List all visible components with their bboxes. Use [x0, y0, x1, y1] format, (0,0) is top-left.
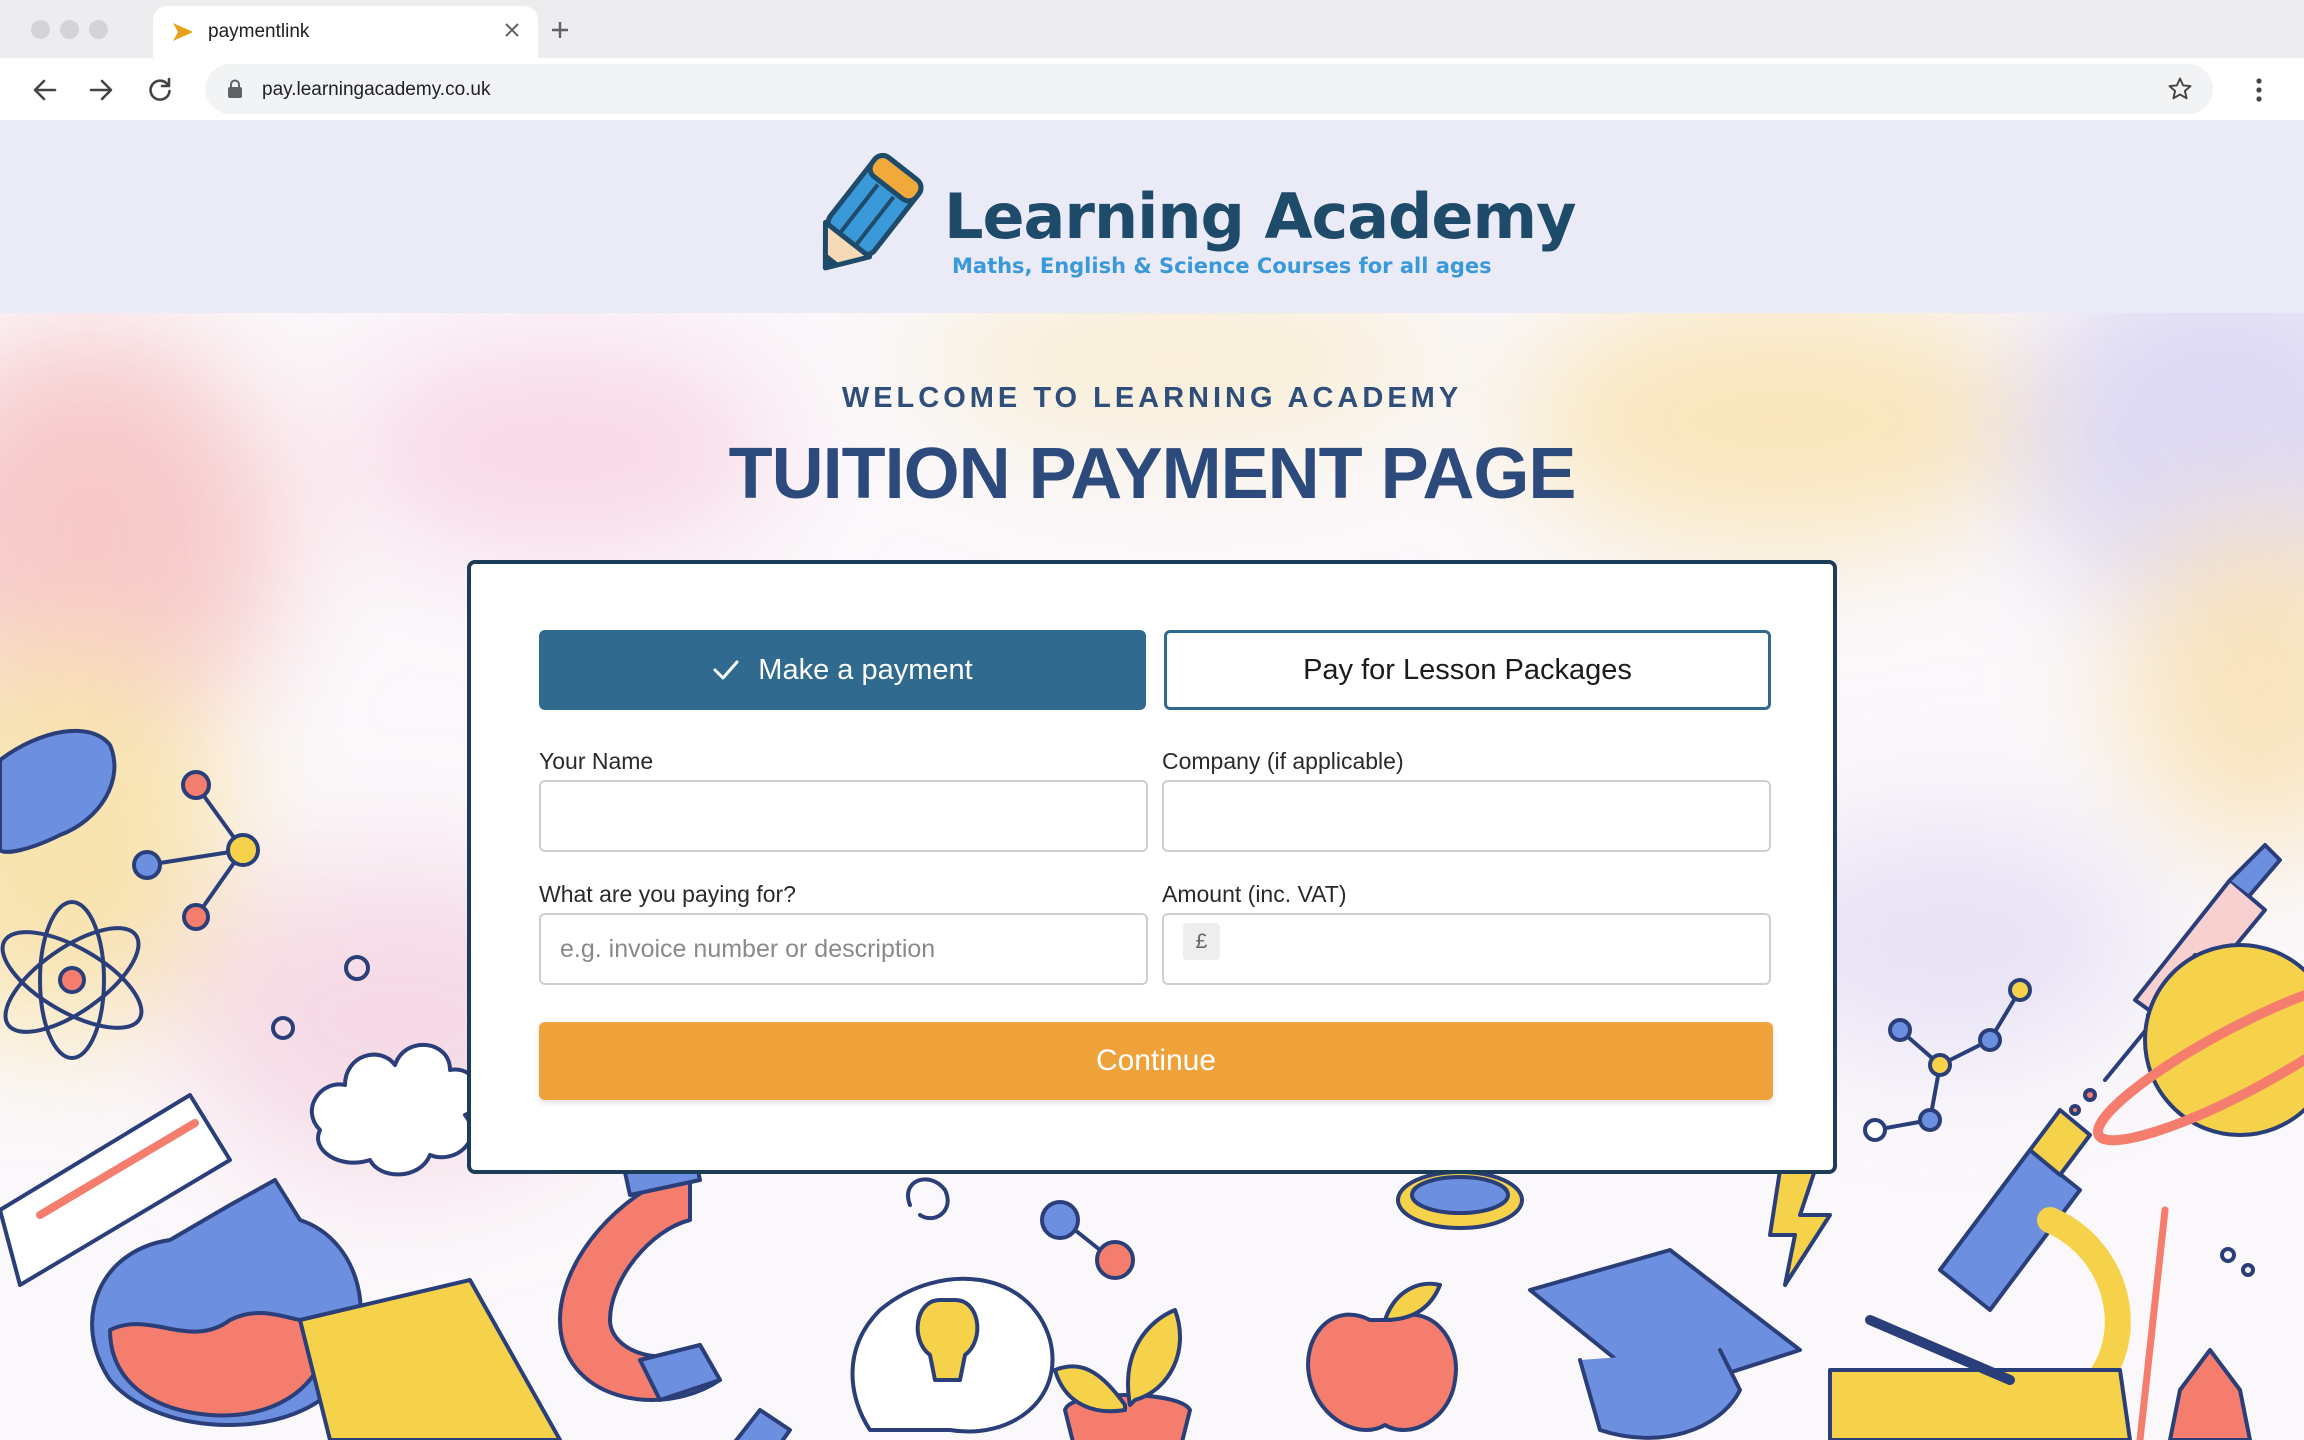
continue-button[interactable]: Continue	[539, 1022, 1773, 1100]
menu-dots-icon[interactable]	[2246, 75, 2272, 105]
company-field[interactable]	[1162, 780, 1771, 852]
name-label: Your Name	[539, 748, 654, 774]
amount-field[interactable]	[1162, 913, 1771, 985]
url-text: pay.learningacademy.co.uk	[262, 79, 491, 100]
address-bar[interactable]: pay.learningacademy.co.uk	[205, 64, 2213, 114]
tab-lesson-packages[interactable]: Pay for Lesson Packages	[1164, 630, 1771, 710]
forward-arrow-icon[interactable]	[86, 75, 116, 105]
close-icon[interactable]	[500, 18, 524, 42]
currency-symbol: £	[1183, 923, 1220, 960]
window-close-dot[interactable]	[31, 20, 50, 39]
plus-icon[interactable]	[548, 18, 572, 42]
site-header: Learning Academy Maths, English & Scienc…	[0, 120, 2304, 313]
browser-toolbar: pay.learningacademy.co.uk	[0, 58, 2304, 120]
name-field[interactable]	[539, 780, 1148, 852]
tab-lesson-packages-label: Pay for Lesson Packages	[1303, 653, 1632, 686]
tab-make-payment[interactable]: Make a payment	[539, 630, 1146, 710]
company-label: Company (if applicable)	[1162, 748, 1404, 774]
tab-title: paymentlink	[208, 21, 310, 42]
page-title: TUITION PAYMENT PAGE	[728, 434, 1577, 514]
lock-icon	[228, 79, 242, 98]
page-content: Learning Academy Maths, English & Scienc…	[0, 120, 2304, 1440]
pencil-logo-icon	[822, 153, 924, 271]
tab-make-payment-label: Make a payment	[758, 653, 973, 686]
window-minimize-dot[interactable]	[60, 20, 79, 39]
logo-tagline: Maths, English & Science Courses for all…	[952, 254, 1492, 278]
window-maximize-dot[interactable]	[89, 20, 108, 39]
favicon-icon	[173, 23, 193, 41]
browser-tab[interactable]: paymentlink	[153, 6, 538, 58]
welcome-heading: WELCOME TO LEARNING ACADEMY	[841, 382, 1463, 414]
paying-for-field[interactable]	[539, 913, 1148, 985]
back-arrow-icon[interactable]	[30, 75, 60, 105]
logo-name: Learning Academy	[944, 180, 1576, 253]
reload-icon[interactable]	[145, 75, 175, 105]
star-icon[interactable]	[2167, 76, 2193, 102]
payment-form-card: Make a payment Pay for Lesson Packages Y…	[467, 560, 1837, 1174]
browser-tabstrip: paymentlink	[0, 0, 2304, 58]
checkmark-icon	[713, 660, 739, 680]
amount-label: Amount (inc. VAT)	[1162, 881, 1347, 907]
paying-for-label: What are you paying for?	[539, 881, 796, 907]
